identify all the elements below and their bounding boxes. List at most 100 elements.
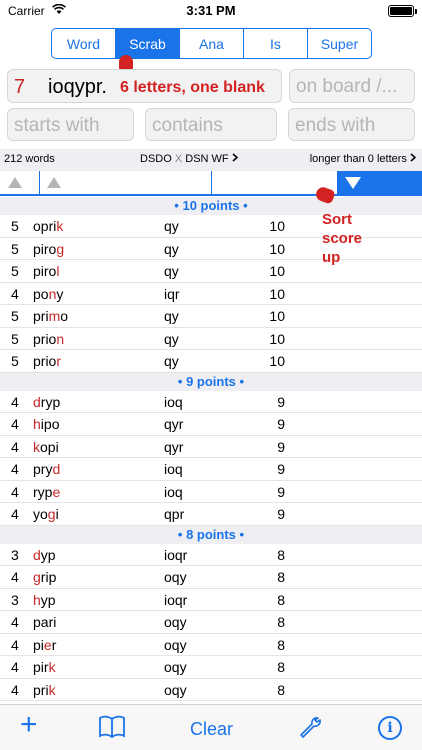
blank-letter: e (43, 636, 52, 653)
unused-letters: oqy (164, 636, 187, 653)
sort-up-icon (47, 177, 61, 188)
word-length: 4 (11, 438, 19, 455)
word-text: prik (33, 682, 56, 698)
sort-annotation: Sort score up (322, 210, 362, 267)
word-length: 4 (11, 636, 19, 653)
word-length: 5 (11, 308, 19, 324)
sort-word-button[interactable] (40, 171, 212, 194)
word-length: 5 (11, 218, 19, 234)
word-row[interactable]: 4 yogi qpr 9 (0, 503, 422, 526)
unused-letters: ioqr (164, 591, 188, 608)
book-icon[interactable] (98, 715, 126, 739)
word-score: 8 (277, 546, 285, 563)
length-filter-label: longer than 0 letters (309, 153, 407, 165)
word-score: 8 (277, 681, 285, 698)
word-length: 3 (11, 546, 19, 563)
word-row[interactable]: 3 hyp ioqr 8 (0, 589, 422, 611)
word-part: pi (33, 636, 44, 653)
word-row[interactable]: 5 primo qy 10 (0, 305, 422, 328)
unused-letters: qy (164, 263, 179, 279)
tab-ana[interactable]: Ana (180, 29, 244, 58)
info-icon[interactable]: i (378, 716, 402, 740)
word-row[interactable]: 4 grip oqy 8 (0, 566, 422, 589)
word-part: pri (33, 308, 49, 324)
word-row[interactable]: 4 pari oqy 8 (0, 611, 422, 634)
status-bar: Carrier 3:31 PM (0, 0, 422, 22)
word-part: pa (33, 614, 49, 630)
word-part: rip (40, 569, 57, 585)
word-part: prio (33, 353, 57, 369)
word-part: opi (40, 438, 59, 455)
word-row[interactable]: 5 prion qy 10 (0, 328, 422, 350)
contains-input[interactable]: contains (145, 108, 277, 141)
sort-down-icon (345, 177, 361, 189)
word-text: hipo (33, 416, 59, 432)
word-part: yp (40, 591, 56, 608)
unused-letters: iqr (164, 285, 180, 302)
wrench-icon[interactable] (298, 715, 322, 739)
battery-tip (415, 9, 417, 14)
word-row[interactable]: 4 hipo qyr 9 (0, 413, 422, 436)
word-row[interactable]: 4 kopi qyr 9 (0, 436, 422, 458)
unused-letters: qy (164, 240, 179, 257)
letters-value: ioqypr. (48, 76, 107, 98)
word-length: 5 (11, 263, 19, 279)
unused-letters: qy (164, 308, 179, 324)
word-length: 4 (11, 461, 19, 477)
word-length: 4 (11, 285, 19, 302)
word-part: pir (33, 659, 49, 675)
ends-with-input[interactable]: ends with (288, 108, 415, 141)
word-row[interactable]: 5 prior qy 10 (0, 350, 422, 373)
blank-letter: h (33, 416, 41, 432)
sort-score-button[interactable] (338, 171, 422, 196)
bottom-toolbar: + Clear i (0, 704, 422, 750)
word-row[interactable]: 4 pryd ioq 9 (0, 458, 422, 481)
unused-letters: qyr (164, 416, 184, 432)
word-score: 9 (277, 416, 285, 432)
section-header: • 9 points • (0, 372, 422, 391)
word-part: i (55, 506, 59, 522)
length-filter[interactable]: longer than 0 letters (309, 153, 417, 165)
sort-length-button[interactable] (0, 171, 40, 194)
letters-annotation: 6 letters, one blank (120, 79, 265, 96)
word-row[interactable]: 4 pony iqr 10 (0, 283, 422, 305)
tab-word[interactable]: Word (52, 29, 116, 58)
unused-letters: ioq (164, 393, 183, 410)
word-text: dryp (33, 394, 60, 410)
tab-super[interactable]: Super (308, 29, 371, 58)
word-length: 4 (11, 681, 19, 698)
chevron-right-icon (232, 153, 238, 165)
word-score: 8 (277, 569, 285, 585)
blank-letter: d (52, 461, 61, 477)
word-row[interactable]: 4 prik oqy 8 (0, 679, 422, 701)
word-row[interactable]: 4 dryp ioq 9 (0, 391, 422, 413)
word-length: 3 (11, 591, 19, 608)
dictionary-selector[interactable]: DSDO X DSN WF (140, 153, 238, 165)
word-length: 4 (11, 393, 19, 410)
sort-annotation-line: Sort (322, 211, 352, 228)
on-board-input[interactable]: on board /... (289, 69, 415, 103)
sort-up-icon (8, 177, 22, 188)
clear-button[interactable]: Clear (190, 719, 233, 740)
tab-is[interactable]: Is (244, 29, 308, 58)
sort-annotation-line: up (322, 249, 341, 266)
tab-scrab[interactable]: Scrab (116, 29, 180, 58)
word-row[interactable]: 3 dyp ioqr 8 (0, 544, 422, 566)
word-text: prior (33, 353, 61, 369)
starts-with-input[interactable]: starts with (7, 108, 134, 141)
word-row[interactable]: 4 pier oqy 8 (0, 634, 422, 656)
plus-icon[interactable]: + (20, 710, 38, 740)
word-score: 8 (277, 659, 285, 675)
letters-input[interactable]: 7 ioqypr. 6 letters, one blank (7, 69, 282, 103)
dict-x: X (174, 153, 183, 165)
word-score: 9 (277, 506, 285, 522)
word-length: 4 (11, 569, 19, 585)
info-bar: 212 words DSDO X DSN WF longer than 0 le… (0, 149, 422, 171)
word-row[interactable]: 4 pirk oqy 8 (0, 656, 422, 679)
blank-letter: d (33, 393, 41, 410)
blank-letter: g (33, 569, 41, 585)
word-text: pryd (33, 461, 60, 477)
unused-letters: qpr (164, 506, 185, 522)
word-row[interactable]: 4 rype ioq 9 (0, 481, 422, 503)
word-part: prio (33, 330, 57, 347)
